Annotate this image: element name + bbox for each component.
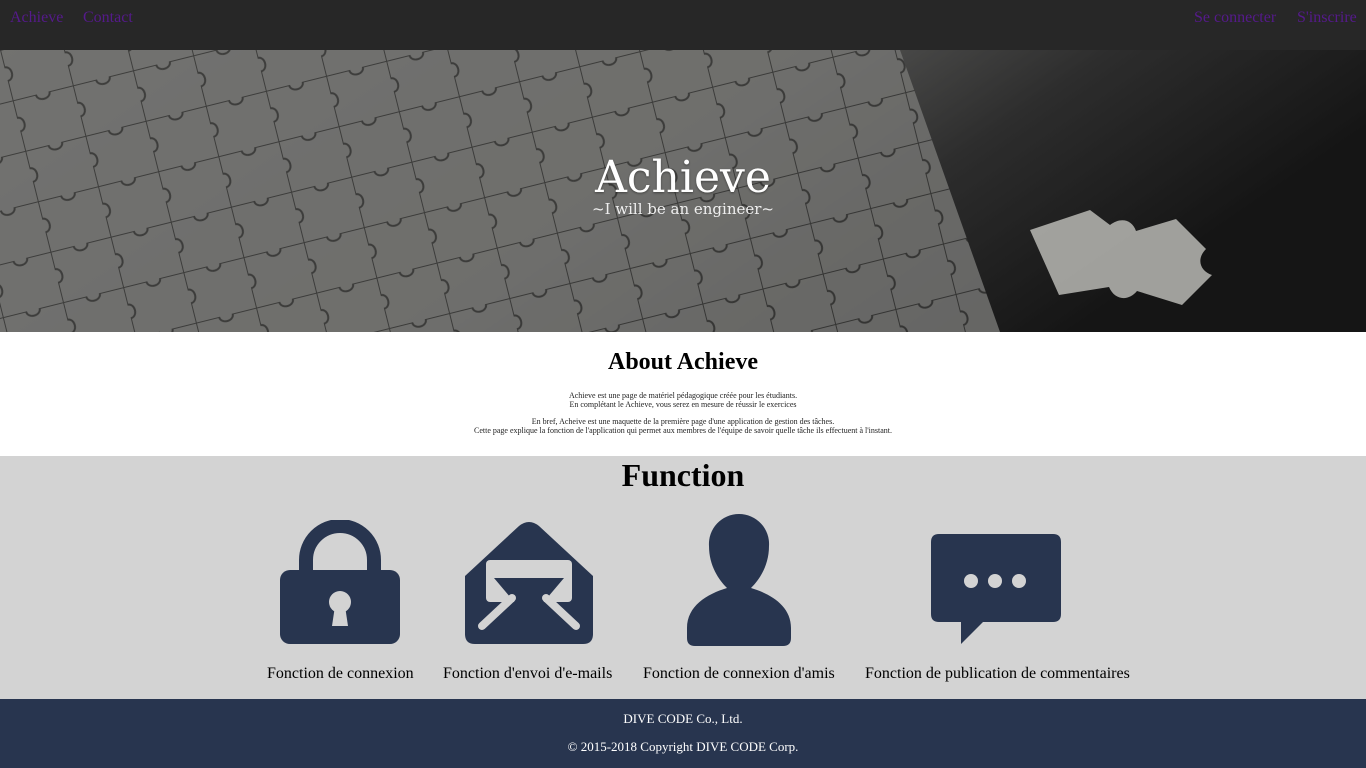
feature-login-label: Fonction de connexion: [267, 665, 414, 682]
nav-brand-link[interactable]: Achieve: [10, 9, 63, 27]
feature-email-label: Fonction d'envoi d'e-mails: [443, 665, 613, 682]
lock-icon: [280, 520, 400, 644]
nav-contact-link[interactable]: Contact: [83, 9, 133, 27]
about-line-4: Cette page explique la fonction de l'app…: [473, 426, 893, 435]
user-icon: [687, 513, 791, 646]
hero-banner: Achieve ~I will be an engineer~: [0, 50, 1366, 332]
hero-title: Achieve: [595, 152, 771, 203]
footer: DIVE CODE Co., Ltd. © 2015-2018 Copyrigh…: [0, 699, 1366, 768]
about-line-2: En complétant le Achieve, vous serez en …: [569, 400, 797, 409]
hero-subtitle: ~I will be an engineer~: [592, 200, 774, 218]
footer-company: DIVE CODE Co., Ltd.: [623, 711, 743, 726]
footer-copyright: © 2015-2018 Copyright DIVE CODE Corp.: [567, 739, 799, 754]
top-nav: Achieve Contact Se connecter S'inscrire: [0, 0, 1366, 50]
about-paragraph-2: En bref, Acheive est une maquette de la …: [0, 417, 1366, 435]
about-line-1: Achieve est une page de matériel pédagog…: [568, 391, 798, 400]
function-title: Function: [621, 457, 745, 493]
envelope-icon: [465, 522, 593, 644]
about-paragraph-1: Achieve est une page de matériel pédagog…: [0, 391, 1366, 409]
hero-text: Achieve ~I will be an engineer~: [0, 150, 1366, 218]
feature-friends-label: Fonction de connexion d'amis: [643, 665, 835, 682]
function-section: Function Fonction de connexion Fonction …: [0, 456, 1366, 699]
about-line-3: En bref, Acheive est une maquette de la …: [531, 417, 835, 426]
about-section: About Achieve Achieve est une page de ma…: [0, 332, 1366, 456]
chat-bubble-icon: [931, 534, 1061, 644]
feature-comments-label: Fonction de publication de commentaires: [865, 665, 1130, 682]
nav-signup-link[interactable]: S'inscrire: [1297, 9, 1357, 27]
about-title: About Achieve: [608, 349, 758, 375]
nav-login-link[interactable]: Se connecter: [1194, 9, 1276, 27]
